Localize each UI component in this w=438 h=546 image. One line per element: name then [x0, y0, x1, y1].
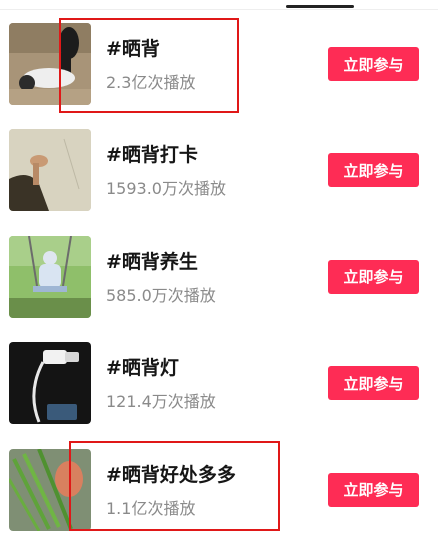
topic-title[interactable]: #晒背养生 [106, 247, 198, 274]
topic-play-count: 585.0万次播放 [106, 285, 216, 305]
topic-list: #晒背 2.3亿次播放 立即参与 #晒背打卡 1593.0万次播放 立即参与 #… [0, 12, 438, 544]
green-vegetables-image [9, 448, 91, 531]
topic-thumbnail[interactable] [9, 23, 91, 105]
tab-indicator [286, 5, 354, 8]
join-button[interactable]: 立即参与 [328, 259, 419, 294]
join-button[interactable]: 立即参与 [328, 472, 419, 507]
join-button[interactable]: 立即参与 [328, 47, 419, 81]
topic-row[interactable]: #晒背好处多多 1.1亿次播放 立即参与 [0, 438, 438, 544]
join-button[interactable]: 立即参与 [328, 153, 419, 188]
topic-row[interactable]: #晒背 2.3亿次播放 立即参与 [0, 12, 438, 118]
topic-play-count: 2.3亿次播放 [106, 73, 196, 92]
topic-thumbnail[interactable] [9, 342, 91, 425]
heat-lamp-image [9, 342, 91, 425]
topic-row[interactable]: #晒背灯 121.4万次播放 立即参与 [0, 331, 438, 437]
topic-row[interactable]: #晒背打卡 1593.0万次播放 立即参与 [0, 118, 438, 224]
join-button[interactable]: 立即参与 [328, 366, 419, 401]
person-on-swing-image [9, 235, 91, 318]
topic-title[interactable]: #晒背 [106, 34, 160, 61]
topic-list-page: #晒背 2.3亿次播放 立即参与 #晒背打卡 1593.0万次播放 立即参与 #… [0, 0, 438, 546]
topic-thumbnail[interactable] [9, 235, 91, 318]
top-divider [0, 9, 438, 10]
topic-row[interactable]: #晒背养生 585.0万次播放 立即参与 [0, 225, 438, 331]
person-lying-on-ground-image [9, 23, 91, 105]
hand-near-wall-image [9, 129, 91, 212]
topic-title[interactable]: #晒背灯 [106, 353, 179, 380]
topic-play-count: 1.1亿次播放 [106, 498, 196, 518]
topic-title[interactable]: #晒背打卡 [106, 140, 198, 167]
topic-title[interactable]: #晒背好处多多 [106, 460, 236, 487]
topic-thumbnail[interactable] [9, 448, 91, 531]
topic-play-count: 121.4万次播放 [106, 392, 216, 412]
topic-thumbnail[interactable] [9, 129, 91, 212]
topic-play-count: 1593.0万次播放 [106, 179, 226, 199]
